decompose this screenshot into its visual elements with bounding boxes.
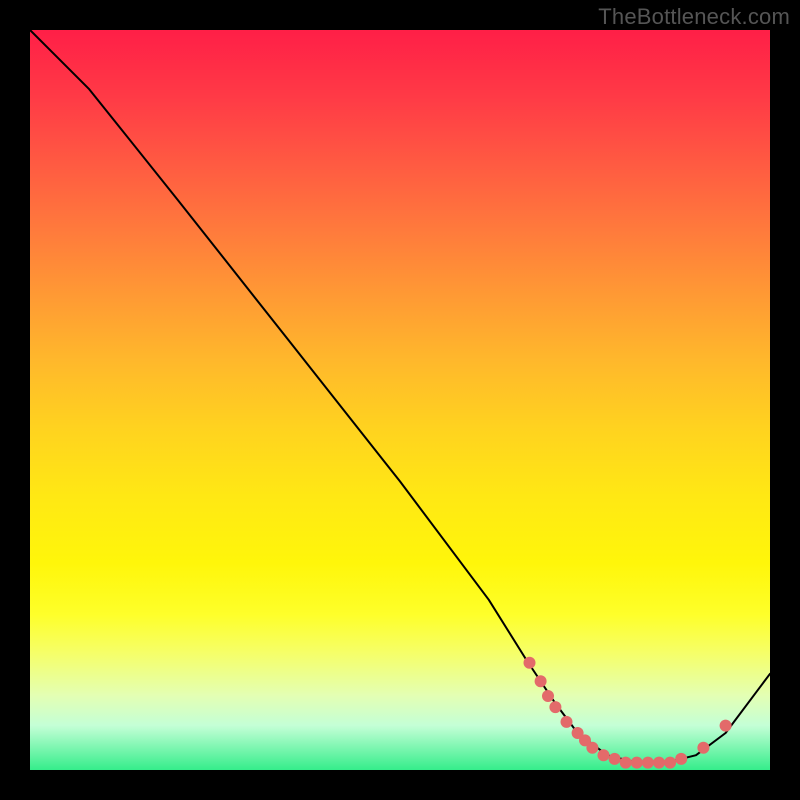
- marker-dot: [609, 753, 621, 765]
- marker-dot: [561, 716, 573, 728]
- marker-dot: [620, 757, 632, 769]
- bottleneck-curve: [30, 30, 770, 763]
- marker-dot: [664, 757, 676, 769]
- watermark-text: TheBottleneck.com: [598, 4, 790, 30]
- marker-dot: [642, 757, 654, 769]
- marker-dot: [631, 757, 643, 769]
- marker-dot: [542, 690, 554, 702]
- marker-dot: [697, 742, 709, 754]
- marker-dots: [524, 657, 732, 769]
- chart-frame: [30, 30, 770, 770]
- marker-dot: [549, 701, 561, 713]
- marker-dot: [586, 742, 598, 754]
- marker-dot: [720, 720, 732, 732]
- marker-dot: [524, 657, 536, 669]
- marker-dot: [675, 753, 687, 765]
- chart-svg: [30, 30, 770, 770]
- marker-dot: [653, 757, 665, 769]
- marker-dot: [535, 675, 547, 687]
- marker-dot: [598, 749, 610, 761]
